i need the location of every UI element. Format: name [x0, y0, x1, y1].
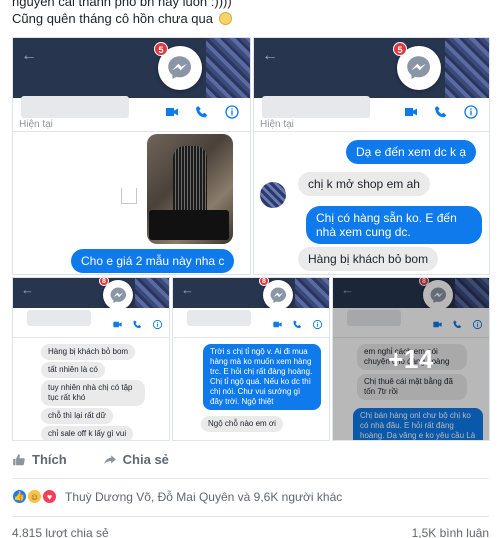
conversation-header: Hiện tại	[254, 96, 489, 132]
photo-1[interactable]: ← 5 Hiện tại Cho e giá 2 mẫu này nha c	[12, 37, 251, 275]
like-reaction-icon: 👍	[12, 489, 27, 504]
message-in: chỉ sale off k lấy gì vui	[41, 426, 134, 440]
more-photos-overlay[interactable]: +14	[333, 278, 489, 440]
message-in: Hàng bị khách bỏ bom	[298, 247, 439, 271]
unread-badge: 5	[154, 42, 168, 56]
messenger-chat-head: 8	[99, 278, 133, 310]
more-photos-count: +14	[388, 343, 434, 374]
messenger-icon	[110, 287, 126, 303]
like-button[interactable]: Thích	[12, 452, 67, 467]
message-in: tất nhiên là có	[41, 362, 105, 378]
phone-call-icon	[435, 106, 447, 118]
info-icon	[312, 319, 323, 330]
share-button[interactable]: Chia sẻ	[103, 452, 169, 467]
back-arrow-icon: ←	[181, 282, 194, 297]
message-in: tuy nhiên nhà chị có tập tục rất khó	[41, 380, 145, 406]
back-arrow-icon: ←	[21, 282, 34, 297]
contact-avatar	[260, 182, 286, 208]
photo-5-more[interactable]: ← 8 em nghỉ cách em nói chuyện cho đàng …	[332, 277, 490, 441]
phone-call-icon	[293, 320, 302, 329]
reactions-summary[interactable]: 👍 ☺ ♥ Thuỳ Dương Võ, Đỗ Mai Quyên và 9,6…	[12, 489, 342, 504]
unread-badge: 8	[259, 278, 269, 286]
video-call-icon	[166, 108, 178, 116]
messenger-top-bar: ← 5	[254, 38, 489, 98]
contact-name-redacted	[187, 310, 251, 326]
message-in: Ngộ chỗ nào em ơi	[201, 416, 283, 432]
messenger-icon	[168, 56, 192, 80]
haha-reaction-icon: ☺	[27, 489, 42, 504]
message-out: Trời s chị tỉ ngộ v. Ai đi mua hàng mà k…	[203, 344, 321, 410]
unread-badge: 8	[99, 278, 109, 286]
contact-name-redacted	[21, 96, 129, 118]
photo-2[interactable]: ← 5 Hiện tại Dạ e đến xem dc k ạ chị k m…	[253, 37, 490, 275]
active-status: Hiện tại	[19, 119, 53, 130]
messenger-icon	[407, 56, 431, 80]
contact-name-redacted	[27, 310, 91, 326]
profile-cover	[206, 38, 250, 98]
post-actions: Thích Chia sẻ	[12, 452, 169, 467]
messenger-icon	[270, 287, 286, 303]
share-icon	[121, 188, 137, 204]
phone-screenshot	[149, 210, 229, 240]
conversation-header	[13, 308, 169, 338]
love-reaction-icon: ♥	[42, 489, 57, 504]
back-arrow-icon: ←	[262, 47, 278, 64]
message-in: chỗ thì lại rất dữ	[41, 408, 113, 424]
divider	[12, 478, 489, 479]
video-call-icon	[405, 108, 417, 116]
active-status: Hiện tại	[260, 119, 294, 130]
conversation-header: Hiện tại	[13, 96, 250, 132]
info-icon	[225, 105, 239, 119]
dress-photo-attachment	[147, 134, 233, 244]
phone-call-icon	[196, 106, 208, 118]
messenger-chat-head: 8	[259, 278, 293, 310]
share-label: Chia sẻ	[122, 452, 169, 467]
comment-count[interactable]: 1,5K bình luận	[412, 526, 489, 538]
post-caption-line-1: nguyên cái thành phố bn hay luôn :))))	[12, 0, 232, 9]
messenger-chat-head: 5	[154, 42, 202, 90]
video-call-icon	[113, 321, 122, 328]
photo-grid: ← 5 Hiện tại Cho e giá 2 mẫu này nha c ←…	[12, 37, 490, 442]
share-arrow-icon	[103, 454, 116, 465]
share-count[interactable]: 4.815 lượt chia sẻ	[12, 526, 109, 538]
phone-call-icon	[133, 320, 142, 329]
divider	[12, 516, 489, 517]
photo-3[interactable]: ← 8 Hàng bị khách bỏ bom tất nhiên là có…	[12, 277, 170, 441]
like-label: Thích	[32, 452, 67, 467]
smiling-face-icon	[218, 12, 232, 25]
messenger-top-bar: ← 5	[13, 38, 250, 98]
message-out: Chị có hàng sẵn ko. E đến nhà xem cung d…	[306, 206, 482, 244]
message-out: Cho e giá 2 mẫu này nha c	[71, 249, 235, 273]
message-out: Dạ e đến xem dc k ạ	[346, 140, 477, 164]
unread-badge: 5	[393, 42, 407, 56]
post-caption-text: Cũng quên tháng cô hồn chưa qua	[12, 11, 213, 26]
message-in: chị k mở shop em ah	[298, 172, 430, 196]
video-call-icon	[273, 321, 282, 328]
info-icon	[152, 319, 163, 330]
reactors-text: Thuỳ Dương Võ, Đỗ Mai Quyên và 9,6K ngườ…	[65, 489, 343, 504]
info-icon	[464, 105, 478, 119]
photo-4[interactable]: ← 8 Trời s chị tỉ ngộ v. Ai đi mua hàng …	[172, 277, 330, 441]
profile-cover	[445, 38, 489, 98]
message-in: Hàng bị khách bỏ bom	[41, 344, 136, 360]
thumbs-up-icon	[13, 453, 25, 465]
back-arrow-icon: ←	[21, 47, 37, 64]
conversation-header	[173, 308, 329, 338]
messenger-chat-head: 5	[393, 42, 441, 90]
contact-name-redacted	[262, 96, 370, 118]
post-caption-line-2: Cũng quên tháng cô hồn chưa qua	[12, 11, 232, 26]
